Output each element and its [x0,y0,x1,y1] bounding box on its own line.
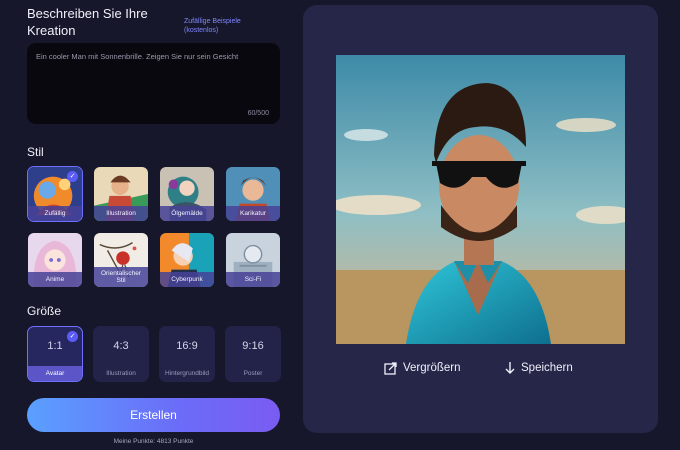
prompt-textarea[interactable]: Ein cooler Man mit Sonnenbrille. Zeigen … [27,43,280,124]
preview-panel: Vergrößern Speichern [303,5,658,433]
create-button[interactable]: Erstellen [27,398,280,432]
download-icon [505,362,515,374]
style-label: Ölgemälde [160,206,214,221]
style-card-random[interactable]: ✓ Zufällig [27,166,83,222]
style-card-anime[interactable]: Anime [27,232,83,288]
check-icon: ✓ [67,171,78,182]
size-label: Avatar [28,366,82,381]
style-label: Illustration [94,206,148,221]
style-card-caricature[interactable]: Karikatur [225,166,281,222]
size-ratio: 9:16 [242,340,264,352]
enlarge-icon [384,362,397,375]
generated-image [336,55,625,344]
save-button[interactable]: Speichern [504,361,573,375]
style-label: Zufällig [28,206,82,221]
style-card-scifi[interactable]: Sci-Fi [225,232,281,288]
left-panel: Beschreiben Sie Ihre Kreation Zufällige … [0,0,295,450]
random-examples-link[interactable]: Zufällige Beispiele (kostenlos) [184,17,264,35]
size-card-16-9[interactable]: 16:9 Hintergrundbild [159,326,215,382]
size-card-4-3[interactable]: 4:3 Illustration [93,326,149,382]
style-label: Cyberpunk [160,272,214,287]
style-label: Orientalischer Stil [94,267,148,287]
size-card-9-16[interactable]: 9:16 Poster [225,326,281,382]
size-label: Hintergrundbild [164,370,210,377]
enlarge-label: Vergrößern [403,362,461,374]
style-card-cyberpunk[interactable]: Cyberpunk [159,232,215,288]
enlarge-button[interactable]: Vergrößern [384,361,461,375]
size-ratio: 4:3 [113,340,129,352]
size-label: Illustration [106,370,136,377]
style-label: Anime [28,272,82,287]
style-label: Karikatur [226,206,280,221]
size-heading: Größe [27,304,62,318]
size-card-1-1[interactable]: ✓ 1:1 Avatar [27,326,83,382]
style-card-oriental[interactable]: Orientalischer Stil [93,232,149,288]
style-card-oil-painting[interactable]: Ölgemälde [159,166,215,222]
prompt-heading: Beschreiben Sie Ihre Kreation [27,6,148,38]
char-counter: 60/500 [247,110,269,117]
style-card-illustration[interactable]: Illustration [93,166,149,222]
size-ratio: 16:9 [176,340,198,352]
size-ratio: 1:1 [47,340,63,352]
save-label: Speichern [521,362,573,374]
preview-actions: Vergrößern Speichern [303,361,658,381]
points-balance: Meine Punkte: 4813 Punkte [113,438,194,445]
generated-portrait-image [336,55,625,344]
style-heading: Stil [27,145,44,159]
style-label: Sci-Fi [226,272,280,287]
size-label: Poster [243,370,263,377]
prompt-text[interactable]: Ein cooler Man mit Sonnenbrille. Zeigen … [36,52,272,62]
